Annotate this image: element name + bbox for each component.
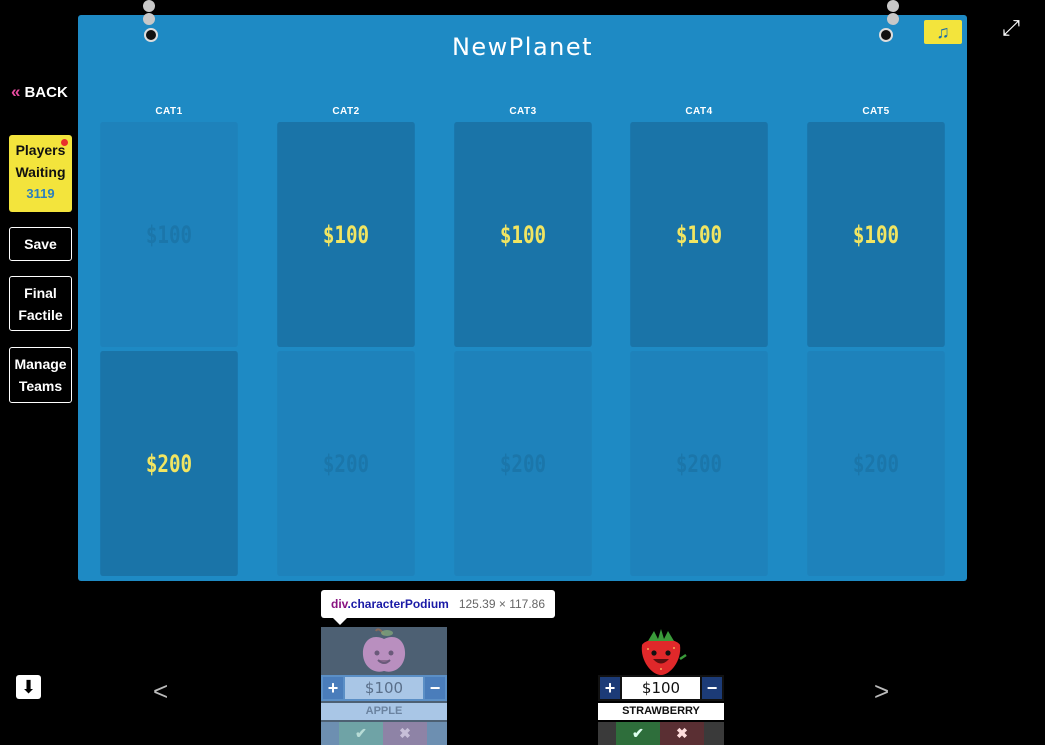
question-tile: $100: [100, 122, 238, 347]
double-chevron-left-icon: «: [11, 82, 21, 101]
final-factile-label-2: Factile: [18, 307, 63, 323]
minus-icon[interactable]: −: [425, 677, 445, 699]
back-button[interactable]: «BACK: [11, 82, 68, 102]
prev-team-button[interactable]: <: [153, 676, 168, 707]
notification-dot-icon: [61, 139, 68, 146]
tooltip-selector: div.characterPodium: [331, 597, 449, 611]
category-header: CAT4: [685, 106, 713, 117]
manage-teams-label-2: Teams: [18, 378, 63, 394]
minus-icon[interactable]: −: [702, 677, 722, 699]
save-label: Save: [24, 236, 57, 252]
players-count: 3119: [26, 186, 55, 201]
plus-icon[interactable]: +: [323, 677, 343, 699]
final-factile-button[interactable]: Final Factile: [9, 276, 72, 331]
category-header: CAT1: [155, 106, 183, 117]
cross-icon[interactable]: ✖: [383, 722, 427, 745]
team-name: APPLE: [321, 703, 447, 720]
cross-icon[interactable]: ✖: [660, 722, 704, 745]
judge-controls: ✔ ✖: [598, 722, 724, 745]
strawberry-avatar: [641, 629, 687, 675]
back-label: BACK: [24, 84, 68, 101]
final-factile-label-1: Final: [24, 285, 57, 301]
waiting-label: Waiting: [15, 164, 66, 180]
score-row: + $100 −: [598, 675, 724, 701]
music-note-icon[interactable]: ♫: [924, 20, 962, 44]
save-button[interactable]: Save: [9, 227, 72, 261]
question-tile: $200: [277, 351, 415, 576]
players-waiting-badge[interactable]: Players Waiting 3119: [9, 135, 72, 212]
score-row: + $100 −: [321, 675, 447, 701]
game-board: NewPlanet ♫ CAT1 CAT2 CAT3 CAT4 CAT5 $10…: [78, 0, 967, 581]
manage-teams-label-1: Manage: [14, 356, 67, 372]
question-tile: $200: [807, 351, 945, 576]
arrow-down-icon[interactable]: ⬇: [16, 675, 41, 699]
fullscreen-icon[interactable]: ⤢: [1000, 17, 1022, 39]
question-tile[interactable]: $100: [807, 122, 945, 347]
question-tile[interactable]: $100: [454, 122, 592, 347]
next-team-button[interactable]: >: [874, 676, 889, 707]
category-header: CAT2: [332, 106, 360, 117]
question-tile[interactable]: $100: [630, 122, 768, 347]
question-tile[interactable]: $200: [100, 351, 238, 576]
check-icon[interactable]: ✔: [616, 722, 660, 745]
question-tile[interactable]: $100: [277, 122, 415, 347]
category-header: CAT3: [509, 106, 537, 117]
judge-controls: ✔ ✖: [321, 722, 447, 745]
board-title: NewPlanet: [451, 33, 594, 61]
question-tile: $200: [454, 351, 592, 576]
question-tile: $200: [630, 351, 768, 576]
plus-icon[interactable]: +: [600, 677, 620, 699]
devtools-tooltip: div.characterPodium 125.39 × 117.86: [321, 590, 556, 625]
check-icon[interactable]: ✔: [339, 722, 383, 745]
category-header: CAT5: [862, 106, 890, 117]
team-name: STRAWBERRY: [598, 703, 724, 720]
character-podium-strawberry: + $100 − STRAWBERRY ✔ ✖: [598, 627, 724, 745]
score-value[interactable]: $100: [345, 677, 423, 699]
score-value[interactable]: $100: [622, 677, 700, 699]
character-podium-apple: + $100 − APPLE ✔ ✖: [321, 627, 447, 745]
apple-avatar: [362, 628, 406, 672]
manage-teams-button[interactable]: Manage Teams: [9, 347, 72, 403]
tooltip-dimensions: 125.39 × 117.86: [458, 597, 546, 611]
